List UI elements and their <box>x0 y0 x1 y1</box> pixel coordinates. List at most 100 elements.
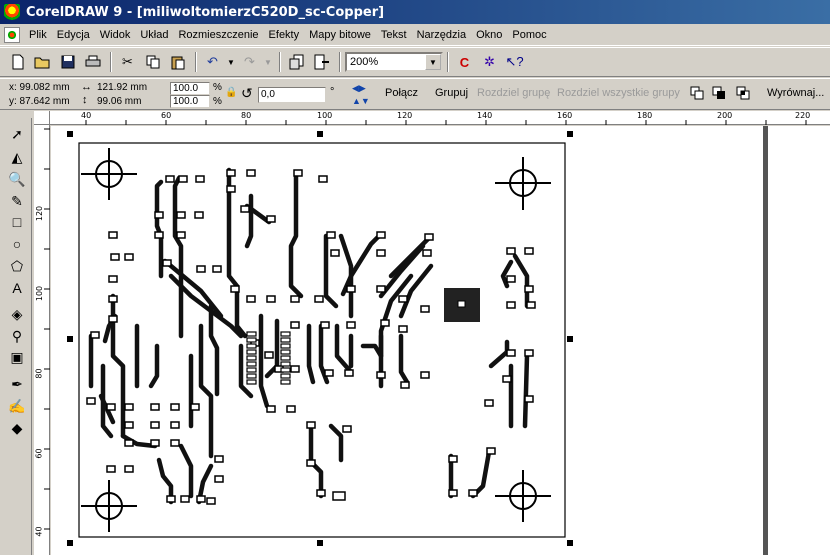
save-icon[interactable] <box>56 51 79 73</box>
toolbar-separator <box>447 52 449 72</box>
import-icon[interactable] <box>285 51 308 73</box>
ruler-label: 40 <box>34 526 44 537</box>
ungroup-button[interactable]: Rozdziel grupę <box>477 87 550 99</box>
y-position-field[interactable]: y: 87.642 mm <box>9 96 70 107</box>
undo-dropdown-icon[interactable]: ▼ <box>226 51 236 73</box>
rotation-degree-unit: ° <box>330 86 335 98</box>
toolbox: ➚ ◭ 🔍 ✎ □ ○ ⬠ A ◈ ⚲ ▣ ✒ ✍ ◆ <box>0 118 32 555</box>
open-folder-icon[interactable] <box>31 51 54 73</box>
blend-tool-icon[interactable]: ▣ <box>5 347 29 367</box>
width-arrow-icon: ↔ <box>81 81 92 93</box>
transparency-tool-icon[interactable]: ⚲ <box>5 326 29 346</box>
width-field[interactable]: 121.92 mm <box>97 82 147 93</box>
document-icon[interactable] <box>4 26 20 43</box>
interactive-fill-icon[interactable]: ◈ <box>5 304 29 324</box>
scale-y-unit: % <box>213 96 222 107</box>
redo-icon[interactable]: ↷ <box>238 51 261 73</box>
trim-icon[interactable] <box>712 86 726 103</box>
outline-tool-icon[interactable]: ✍ <box>5 396 29 416</box>
height-field[interactable]: 99.06 mm <box>97 96 141 107</box>
ruler-label: 180 <box>637 111 653 120</box>
drawing-canvas[interactable] <box>51 126 830 555</box>
weld-icon[interactable] <box>690 86 704 103</box>
zoom-level-value: 200% <box>350 56 379 68</box>
rectangle-tool-icon[interactable]: □ <box>5 212 29 232</box>
corel-online-icon[interactable]: ✲ <box>478 51 501 73</box>
ruler-label: 100 <box>317 111 333 120</box>
property-bar: x: 99.082 mm y: 87.642 mm ↔ ↕ 121.92 mm … <box>0 78 830 110</box>
group-button[interactable]: Grupuj <box>435 87 468 99</box>
scale-x-field[interactable]: 100.0 <box>170 82 210 95</box>
freehand-tool-icon[interactable]: ✎ <box>5 191 29 211</box>
toolbar-separator <box>110 52 112 72</box>
page-edge-shadow <box>763 126 768 555</box>
menu-help[interactable]: Pomoc <box>507 29 551 41</box>
cut-icon[interactable]: ✂ <box>116 51 139 73</box>
pcb-copper-drawing[interactable] <box>51 126 830 555</box>
ruler-label: 120 <box>35 205 45 222</box>
align-button[interactable]: Wyrównaj... <box>767 87 824 99</box>
ruler-label: 120 <box>397 111 413 120</box>
menu-window[interactable]: Okno <box>471 29 507 41</box>
chevron-down-icon[interactable]: ▼ <box>425 54 441 70</box>
ruler-origin[interactable] <box>34 111 50 125</box>
paste-icon[interactable] <box>166 51 189 73</box>
export-icon[interactable] <box>310 51 333 73</box>
scale-y-field[interactable]: 100.0 <box>170 95 210 108</box>
text-tool-icon[interactable]: A <box>5 278 29 298</box>
whats-this-help-icon[interactable]: ↖? <box>503 51 526 73</box>
ruler-label: 100 <box>35 285 45 302</box>
print-icon[interactable] <box>81 51 104 73</box>
menu-file[interactable]: Plik <box>24 29 52 41</box>
zoom-level-select[interactable]: 200% ▼ <box>345 52 443 72</box>
menu-arrange[interactable]: Rozmieszczenie <box>173 29 263 41</box>
pick-tool-icon[interactable]: ➚ <box>5 124 29 144</box>
ruler-label: 140 <box>477 111 493 120</box>
menu-tools[interactable]: Narzędzia <box>412 29 472 41</box>
menu-view[interactable]: Widok <box>95 29 136 41</box>
height-arrow-icon: ↕ <box>82 94 88 106</box>
mirror-vertical-icon[interactable]: ▲▼ <box>352 96 370 106</box>
intersect-icon[interactable] <box>736 86 750 103</box>
eyedropper-tool-icon[interactable]: ✒ <box>5 374 29 394</box>
ruler-label: 220 <box>795 111 811 120</box>
title-bar: CorelDRAW 9 - [miliwoltomierzC520D_sc-Co… <box>0 0 830 24</box>
ungroup-all-button[interactable]: Rozdziel wszystkie grupy <box>557 87 680 99</box>
rotation-angle-field[interactable]: 0,0 <box>258 87 326 103</box>
horizontal-ruler[interactable]: 40 60 80 100 120 140 160 180 200 220 <box>50 111 830 125</box>
ruler-label: 200 <box>717 111 733 120</box>
ruler-label: 80 <box>34 368 44 379</box>
menu-effects[interactable]: Efekty <box>264 29 305 41</box>
shape-tool-icon[interactable]: ◭ <box>5 147 29 167</box>
combine-button[interactable]: Połącz <box>385 87 418 99</box>
ruler-label: 80 <box>241 111 252 120</box>
vertical-ruler[interactable]: 120 100 80 60 40 <box>34 125 50 555</box>
application-launcher-icon[interactable]: C <box>453 51 476 73</box>
new-document-icon[interactable] <box>6 51 29 73</box>
rotate-icon: ↺ <box>241 85 253 101</box>
lock-ratio-icon[interactable]: 🔒 <box>225 87 237 98</box>
redo-dropdown-icon[interactable]: ▼ <box>263 51 273 73</box>
menu-bitmaps[interactable]: Mapy bitowe <box>304 29 376 41</box>
window-title: CorelDRAW 9 - [miliwoltomierzC520D_sc-Co… <box>26 4 385 20</box>
toolbar-separator <box>195 52 197 72</box>
polygon-tool-icon[interactable]: ⬠ <box>5 256 29 276</box>
toolbar-separator <box>339 52 341 72</box>
undo-icon[interactable]: ↶ <box>201 51 224 73</box>
menu-layout[interactable]: Układ <box>135 29 173 41</box>
menu-text[interactable]: Tekst <box>376 29 412 41</box>
menu-bar: Plik Edycja Widok Układ Rozmieszczenie E… <box>0 24 830 46</box>
menu-edit[interactable]: Edycja <box>52 29 95 41</box>
standard-toolbar: ✂ ↶ ▼ ↷ ▼ 200% ▼ C ✲ ↖? <box>0 47 830 77</box>
ruler-label: 160 <box>557 111 573 120</box>
ruler-label: 60 <box>161 111 172 120</box>
ruler-label: 60 <box>34 448 44 459</box>
zoom-tool-icon[interactable]: 🔍 <box>5 169 29 189</box>
ruler-label: 40 <box>81 111 92 120</box>
coreldraw-app-icon <box>4 4 20 20</box>
fill-tool-icon[interactable]: ◆ <box>5 418 29 438</box>
x-position-field[interactable]: x: 99.082 mm <box>9 82 70 93</box>
mirror-horizontal-icon[interactable]: ◀▶ <box>352 83 366 94</box>
ellipse-tool-icon[interactable]: ○ <box>5 234 29 254</box>
copy-icon[interactable] <box>141 51 164 73</box>
